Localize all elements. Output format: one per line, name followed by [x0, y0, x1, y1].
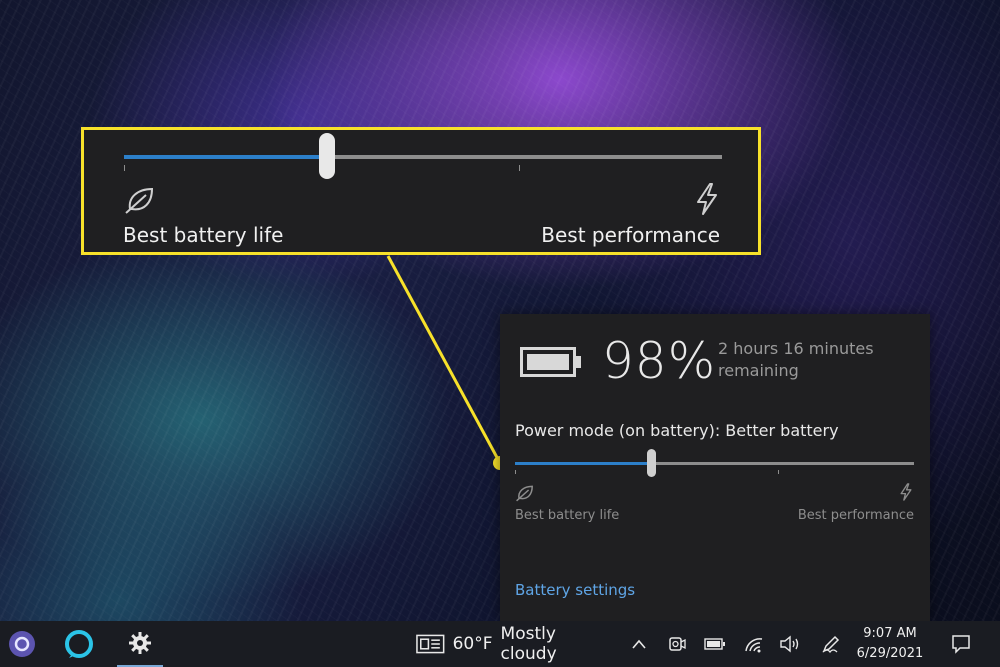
battery-percentage: 98% — [602, 332, 717, 390]
zoom-callout: Best battery life Best performance — [81, 127, 761, 255]
volume-icon — [780, 635, 799, 653]
news-weather-widget[interactable]: 60°F Mostly cloudy — [416, 621, 612, 667]
cortana-button[interactable] — [5, 621, 39, 667]
zoom-slider-track — [124, 133, 722, 179]
slider-tick — [778, 470, 780, 474]
pen-workspace-button[interactable] — [818, 621, 844, 667]
gear-icon — [129, 632, 151, 654]
news-weather-icon — [416, 634, 445, 654]
zoom-label-best-battery: Best battery life — [123, 223, 284, 247]
zoom-slider-thumb — [319, 133, 336, 179]
meet-now-button[interactable] — [664, 621, 690, 667]
clock-time: 9:07 AM — [863, 626, 917, 641]
wifi-icon — [745, 638, 763, 653]
alexa-button[interactable] — [58, 621, 100, 667]
pen-icon — [822, 635, 840, 654]
show-hidden-icons-button[interactable] — [626, 621, 652, 667]
remaining-line-1: 2 hours 16 minutes — [718, 339, 874, 358]
alexa-icon — [65, 630, 93, 658]
lightning-icon — [697, 183, 717, 215]
slider-tick — [518, 165, 520, 171]
power-mode-slider-thumb[interactable] — [646, 449, 656, 477]
battery-settings-link[interactable]: Battery settings — [515, 581, 635, 599]
chevron-up-icon — [632, 639, 646, 649]
taskbar-clock[interactable]: 9:07 AM 6/29/2021 — [852, 624, 928, 664]
leaf-icon — [516, 485, 533, 502]
remaining-line-2: remaining — [718, 361, 799, 380]
action-center-button[interactable] — [948, 621, 974, 667]
wifi-tray-button[interactable] — [741, 621, 767, 667]
battery-tray-button[interactable] — [702, 621, 728, 667]
settings-taskbar-button[interactable] — [117, 621, 163, 667]
battery-time-remaining: 2 hours 16 minutes remaining — [718, 338, 874, 382]
power-mode-slider-fill — [515, 462, 651, 465]
leaf-icon — [125, 187, 154, 214]
zoom-slider-fill — [124, 155, 328, 159]
weather-description: Mostly cloudy — [500, 624, 557, 664]
battery-large-icon — [520, 347, 581, 377]
notification-icon — [952, 635, 970, 654]
power-mode-label: Power mode (on battery): Better battery — [515, 421, 839, 440]
slider-tick — [515, 470, 516, 474]
battery-flyout: 98% 2 hours 16 minutes remaining Power m… — [500, 314, 930, 621]
weather-temperature: 60°F — [452, 634, 493, 654]
slider-tick — [124, 165, 125, 171]
lightning-icon — [900, 483, 912, 501]
label-best-battery-life: Best battery life — [515, 508, 620, 523]
label-best-performance: Best performance — [797, 508, 914, 523]
cortana-icon — [9, 631, 35, 657]
clock-date: 6/29/2021 — [856, 646, 924, 661]
zoom-label-best-performance: Best performance — [541, 223, 720, 247]
volume-tray-button[interactable] — [777, 621, 803, 667]
meet-now-icon — [669, 637, 686, 651]
taskbar: 60°F Mostly cloudy 9:07 AM 6/29/2021 — [0, 621, 1000, 667]
battery-icon — [704, 638, 725, 650]
power-mode-slider[interactable] — [515, 449, 914, 477]
